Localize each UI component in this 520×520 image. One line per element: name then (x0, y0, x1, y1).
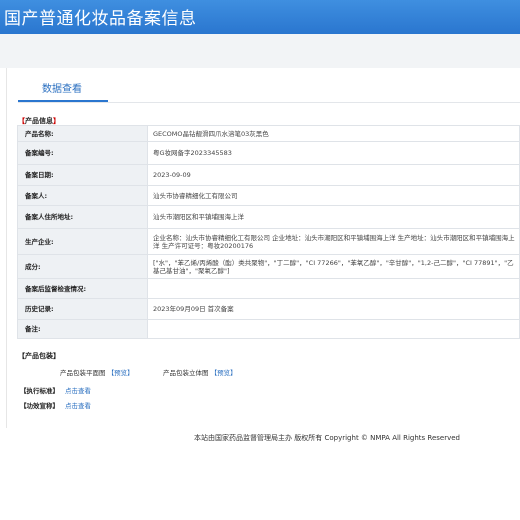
row-label-record-no: 备案编号: (17, 141, 148, 165)
table-row: 备案人住所地址: 汕头市潮阳区和平镇埔围海上洋 (17, 205, 520, 229)
header-band (0, 34, 520, 68)
row-label-history: 历史记录: (17, 298, 148, 320)
product-info-table: 产品名称: GECOMO晶钻靓滑四爪水溶笔03灰黑色 备案编号: 粤G妆网备字2… (17, 125, 520, 339)
packaging-solid-label: 产品包装立体图 (163, 369, 209, 377)
row-label-manufacturer: 生产企业: (17, 228, 148, 255)
heading-text: 产品信息 (25, 117, 53, 125)
row-value-record-date: 2023-09-09 (147, 164, 520, 186)
footer-copyright: 本站由国家药品监督管理局主办 版权所有 Copyright © NMPA All… (194, 434, 460, 442)
table-row: 生产企业: 企业名称：汕头市协睿精细化工有限公司 企业地址：汕头市潮阳区和平镇埔… (17, 228, 520, 255)
claims-row: 【功效宣称】 点击查看 (20, 400, 91, 410)
table-row: 备案日期: 2023-09-09 (17, 164, 520, 186)
claims-view-link[interactable]: 点击查看 (65, 402, 91, 410)
packaging-heading: 【产品包装】 (18, 352, 60, 360)
packaging-flat: 产品包装平面图 【预览】 (60, 367, 134, 377)
row-value-remarks (147, 319, 520, 339)
bracket-open: 【 (18, 117, 25, 125)
header-bar: 国产普通化妆品备案信息 (0, 0, 520, 34)
tab-data-view[interactable]: 数据查看 (42, 80, 82, 95)
standard-label: 【执行标准】 (20, 387, 59, 395)
packaging-flat-label: 产品包装平面图 (60, 369, 106, 377)
table-row: 备案后监督检查情况: (17, 278, 520, 299)
row-value-supervision (147, 278, 520, 299)
row-label-registrant-address: 备案人住所地址: (17, 205, 148, 229)
row-label-product-name: 产品名称: (17, 125, 148, 142)
claims-label: 【功效宣称】 (20, 402, 59, 410)
packaging-flat-preview-link[interactable]: 【预览】 (108, 369, 134, 377)
table-row: 备案人: 汕头市协睿精细化工有限公司 (17, 185, 520, 206)
row-value-product-name: GECOMO晶钻靓滑四爪水溶笔03灰黑色 (147, 125, 520, 142)
standard-view-link[interactable]: 点击查看 (65, 387, 91, 395)
table-row: 成分: ["水"，"苯乙烯/丙烯酸（酯）类共聚物"，"丁二醇"，"CI 7726… (17, 254, 520, 279)
row-value-ingredients: ["水"，"苯乙烯/丙烯酸（酯）类共聚物"，"丁二醇"，"CI 77266"，"… (147, 254, 520, 279)
bracket-close: 】 (53, 117, 60, 125)
row-value-history: 2023年09月09日 首次备案 (147, 298, 520, 320)
page-title: 国产普通化妆品备案信息 (4, 9, 197, 29)
standard-row: 【执行标准】 点击查看 (20, 385, 91, 395)
table-row: 产品名称: GECOMO晶钻靓滑四爪水溶笔03灰黑色 (17, 125, 520, 142)
footer: 本站由国家药品监督管理局主办 版权所有 Copyright © NMPA All… (0, 428, 520, 520)
row-value-record-no: 粤G妆网备字2023345583 (147, 141, 520, 165)
table-row: 备注: (17, 319, 520, 339)
row-label-supervision: 备案后监督检查情况: (17, 278, 148, 299)
packaging-solid-preview-link[interactable]: 【预览】 (211, 369, 237, 377)
row-label-registrant: 备案人: (17, 185, 148, 206)
packaging-solid: 产品包装立体图 【预览】 (163, 367, 237, 377)
row-label-record-date: 备案日期: (17, 164, 148, 186)
row-value-registrant-address: 汕头市潮阳区和平镇埔围海上洋 (147, 205, 520, 229)
table-row: 历史记录: 2023年09月09日 首次备案 (17, 298, 520, 320)
row-value-registrant: 汕头市协睿精细化工有限公司 (147, 185, 520, 206)
tab-divider (18, 102, 520, 103)
table-row: 备案编号: 粤G妆网备字2023345583 (17, 141, 520, 165)
row-label-ingredients: 成分: (17, 254, 148, 279)
row-label-remarks: 备注: (17, 319, 148, 339)
row-value-manufacturer: 企业名称：汕头市协睿精细化工有限公司 企业地址：汕头市潮阳区和平镇埔围海上洋 生… (147, 228, 520, 255)
